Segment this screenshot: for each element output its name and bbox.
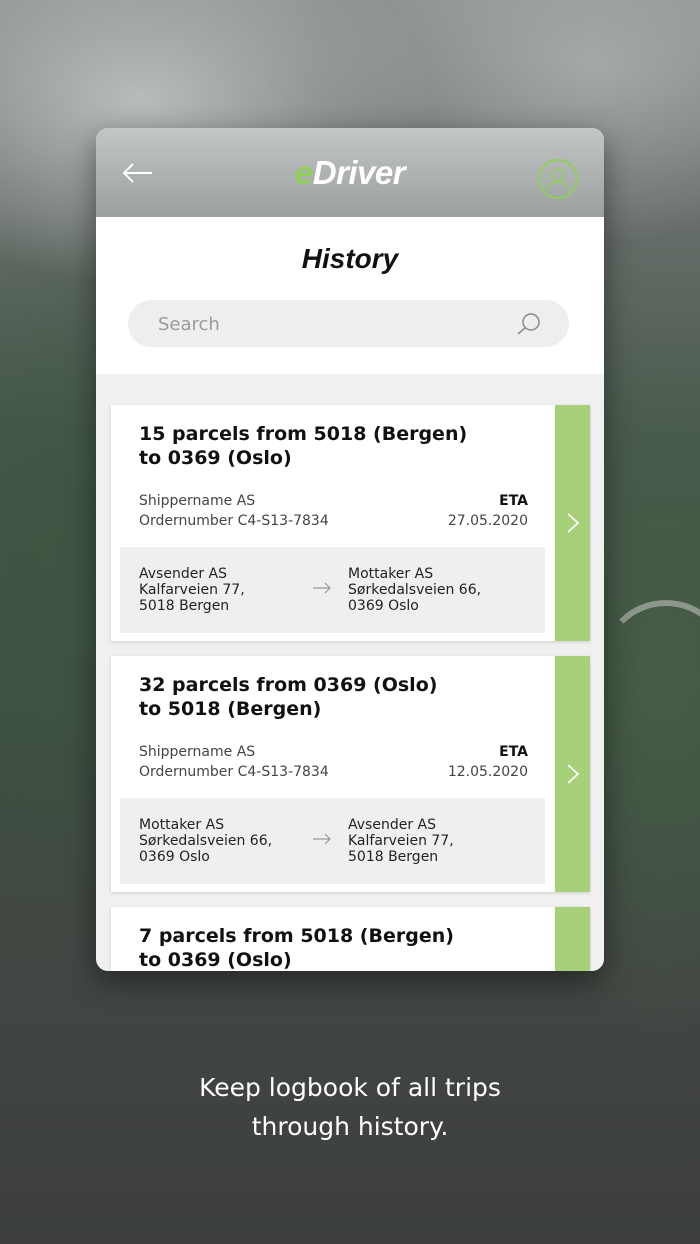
eta-block: ETA 12.05.2020 <box>448 742 528 782</box>
from-street: Kalfarveien 77, <box>139 582 245 598</box>
caption-line: through history. <box>251 1112 449 1141</box>
eta-block: ETA 27.05.2020 <box>448 491 528 531</box>
to-name: Avsender AS <box>348 817 436 833</box>
card-open-button[interactable] <box>555 405 590 641</box>
search-icon[interactable] <box>514 311 544 337</box>
card-title-line: 15 parcels from 5018 (Bergen) <box>139 423 468 445</box>
logo-text: Driver <box>312 154 406 191</box>
history-header: History <box>96 217 604 374</box>
search-bar <box>128 300 569 349</box>
list-item[interactable]: 32 parcels from 0369 (Oslo) to 5018 (Ber… <box>111 656 590 892</box>
eta-date: 27.05.2020 <box>447 513 528 529</box>
from-street: Sørkedalsveien 66, <box>139 833 273 849</box>
order-number: Ordernumber C4-S13-7834 <box>139 513 329 529</box>
to-city: 0369 Oslo <box>348 598 419 614</box>
route-arrow-icon <box>313 582 331 594</box>
card-title-line: 7 parcels from 5018 (Bergen) <box>139 925 454 947</box>
eta-label: ETA <box>499 493 528 509</box>
eta-date: 12.05.2020 <box>447 764 528 780</box>
profile-icon <box>546 168 570 192</box>
page-title: History <box>301 243 399 274</box>
card-title-line: 32 parcels from 0369 (Oslo) <box>139 674 438 696</box>
caption-line: Keep logbook of all trips <box>199 1073 501 1102</box>
from-city: 5018 Bergen <box>139 598 230 614</box>
card-title: 7 parcels from 5018 (Bergen) to 0369 (Os… <box>139 924 539 971</box>
to-address: Avsender AS Kalfarveien 77, 5018 Bergen <box>348 817 528 865</box>
list-item[interactable]: 15 parcels from 5018 (Bergen) to 0369 (O… <box>111 405 590 641</box>
top-bar: eDriver <box>96 128 604 217</box>
to-street: Sørkedalsveien 66, <box>348 582 482 598</box>
promo-caption: Keep logbook of all trips through histor… <box>0 1068 700 1146</box>
route-box: Mottaker AS Sørkedalsveien 66, 0369 Oslo… <box>120 798 545 884</box>
card-title-line: to 5018 (Bergen) <box>139 698 322 720</box>
list-item[interactable]: 7 parcels from 5018 (Bergen) to 0369 (Os… <box>111 907 590 971</box>
card-meta: Shippername AS Ordernumber C4-S13-7834 <box>139 742 329 782</box>
shipper-name: Shippername AS <box>139 744 256 760</box>
card-meta: Shippername AS Ordernumber C4-S13-7834 <box>139 491 329 531</box>
app-logo: eDriver <box>96 154 604 192</box>
card-title-line: to 0369 (Oslo) <box>139 447 292 469</box>
card-open-button[interactable] <box>555 656 590 892</box>
profile-button[interactable] <box>538 159 578 199</box>
chevron-right-icon <box>567 764 580 784</box>
to-street: Kalfarveien 77, <box>348 833 454 849</box>
to-name: Mottaker AS <box>348 566 434 582</box>
from-name: Avsender AS <box>139 566 227 582</box>
history-list: 15 parcels from 5018 (Bergen) to 0369 (O… <box>96 374 604 971</box>
card-title: 32 parcels from 0369 (Oslo) to 5018 (Ber… <box>139 673 539 721</box>
shipper-name: Shippername AS <box>139 493 256 509</box>
to-city: 5018 Bergen <box>348 849 439 865</box>
logo-e: e <box>294 154 313 191</box>
from-address: Mottaker AS Sørkedalsveien 66, 0369 Oslo <box>139 817 299 865</box>
from-name: Mottaker AS <box>139 817 225 833</box>
phone-frame: eDriver History 15 parcels from 5018 (Be… <box>96 128 604 971</box>
from-address: Avsender AS Kalfarveien 77, 5018 Bergen <box>139 566 299 614</box>
route-box: Avsender AS Kalfarveien 77, 5018 Bergen … <box>120 547 545 633</box>
order-number: Ordernumber C4-S13-7834 <box>139 764 329 780</box>
card-title: 15 parcels from 5018 (Bergen) to 0369 (O… <box>139 422 539 470</box>
search-input[interactable] <box>156 300 520 349</box>
eta-label: ETA <box>499 744 528 760</box>
route-arrow-icon <box>313 833 331 845</box>
to-address: Mottaker AS Sørkedalsveien 66, 0369 Oslo <box>348 566 528 614</box>
from-city: 0369 Oslo <box>139 849 210 865</box>
card-open-button[interactable] <box>555 907 590 971</box>
chevron-right-icon <box>567 513 580 533</box>
background-road <box>600 600 700 732</box>
card-title-line: to 0369 (Oslo) <box>139 949 292 971</box>
